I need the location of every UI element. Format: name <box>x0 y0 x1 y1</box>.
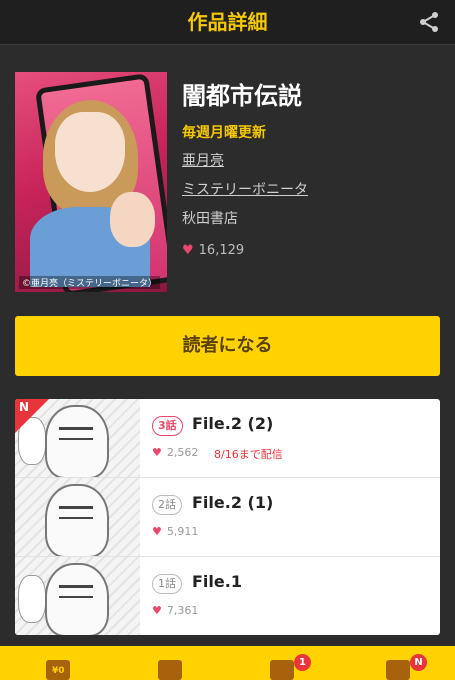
episode-thumbnail: N <box>15 399 140 477</box>
work-title: 闇都市伝説 <box>182 82 302 110</box>
app-header: 作品詳細 <box>0 0 455 45</box>
tab-account[interactable]: N <box>378 654 427 680</box>
episode-row[interactable]: 2話 File.2 (1) ♥ 5,911 <box>15 478 440 557</box>
episode-number-badge: 3話 <box>152 416 183 436</box>
publisher: 秋田書店 <box>182 211 238 227</box>
episode-likes-value: 7,361 <box>166 604 199 617</box>
cover-credit: ©亜月亮（ミステリーボニータ） <box>19 276 161 289</box>
heart-icon: ♥ <box>182 243 194 258</box>
notification-badge: N <box>410 654 427 671</box>
like-count-value: 16,129 <box>198 243 245 258</box>
wallet-balance: ¥0 <box>52 666 65 676</box>
heart-icon: ♥ <box>152 604 162 617</box>
bookshelf-icon <box>158 660 182 680</box>
heart-icon: ♥ <box>152 446 162 459</box>
become-reader-button[interactable]: 読者になる <box>15 316 440 376</box>
like-count: ♥ 16,129 <box>182 243 244 258</box>
notification-badge: 1 <box>294 654 311 671</box>
episode-number-badge: 1話 <box>152 574 182 594</box>
cover-image: ©亜月亮（ミステリーボニータ） <box>15 72 167 292</box>
share-icon[interactable] <box>417 10 441 34</box>
episode-likes: ♥ 5,911 <box>152 525 198 538</box>
episode-thumbnail <box>15 478 140 556</box>
episode-row[interactable]: N 3話 File.2 (2) ♥ 2,562 8/16まで配信 <box>15 399 440 478</box>
episode-list: N 3話 File.2 (2) ♥ 2,562 8/16まで配信 2話 File.… <box>15 399 440 635</box>
episode-likes-value: 5,911 <box>166 525 199 538</box>
user-icon <box>386 660 410 680</box>
episode-title: File.2 (1) <box>192 493 274 512</box>
new-label: N <box>19 400 30 414</box>
episode-thumbnail <box>15 557 140 635</box>
episode-row[interactable]: 1話 File.1 ♥ 7,361 <box>15 557 440 635</box>
heart-icon: ♥ <box>152 525 162 538</box>
page-title: 作品詳細 <box>187 10 268 34</box>
episode-likes-value: 2,562 <box>166 446 199 459</box>
author-link[interactable]: 亜月亮 <box>182 150 224 170</box>
episode-deadline: 8/16まで配信 <box>214 448 283 461</box>
episode-number-badge: 2話 <box>152 495 182 515</box>
tab-books[interactable]: 1 <box>262 654 311 680</box>
episode-likes: ♥ 2,562 <box>152 446 198 459</box>
update-schedule: 毎週月曜更新 <box>182 125 266 141</box>
tab-wallet[interactable]: ¥0 <box>38 654 78 680</box>
episode-title: File.1 <box>192 572 242 591</box>
book-icon <box>270 660 294 680</box>
tab-bookshelf[interactable] <box>150 654 190 680</box>
episode-likes: ♥ 7,361 <box>152 604 198 617</box>
bottom-nav: ¥0 1 N <box>0 646 455 680</box>
episode-title: File.2 (2) <box>192 414 274 433</box>
magazine-link[interactable]: ミステリーボニータ <box>182 179 308 199</box>
